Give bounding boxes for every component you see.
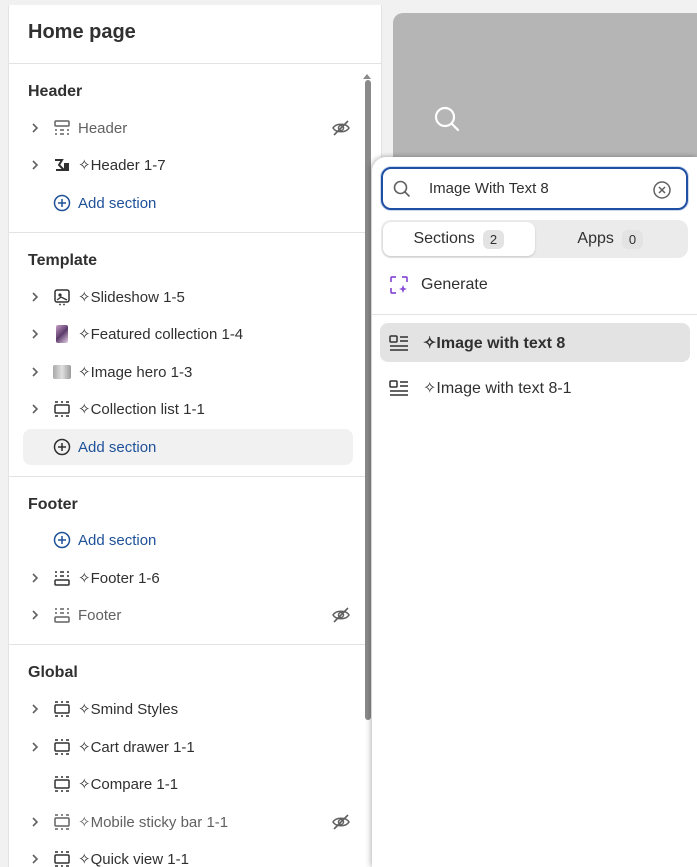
section-row-footer-1-6[interactable]: ✧Footer 1-6 bbox=[23, 560, 353, 596]
chevron-right-icon[interactable] bbox=[23, 741, 47, 753]
group-heading-template: Template bbox=[28, 252, 98, 269]
section-label: ✧Collection list 1-1 bbox=[78, 401, 205, 418]
section-row-collection-list[interactable]: ✧Collection list 1-1 bbox=[23, 391, 353, 427]
tab-label: Sections bbox=[413, 230, 475, 247]
section-row-header[interactable]: Header bbox=[23, 110, 353, 146]
tab-label: Apps bbox=[577, 230, 614, 247]
search-icon bbox=[433, 105, 461, 138]
section-label: ✧Cart drawer 1-1 bbox=[78, 739, 195, 756]
section-row-header-1-7[interactable]: ✧Header 1-7 bbox=[23, 147, 353, 183]
image-text-section-icon bbox=[389, 379, 413, 397]
eye-hidden-icon[interactable] bbox=[329, 811, 353, 833]
header-section-icon bbox=[49, 117, 75, 139]
section-row-smind-styles[interactable]: ✧Smind Styles bbox=[23, 691, 353, 727]
search-input[interactable] bbox=[429, 180, 649, 197]
image-hero-thumbnail bbox=[49, 361, 75, 383]
clear-icon[interactable] bbox=[652, 180, 672, 200]
section-row-featured-collection[interactable]: ✧Featured collection 1-4 bbox=[23, 316, 353, 352]
group-heading-header: Header bbox=[28, 83, 83, 100]
plus-circle-icon bbox=[49, 436, 75, 458]
chevron-right-icon[interactable] bbox=[23, 572, 47, 584]
section-icon bbox=[49, 736, 75, 758]
footer-section-icon bbox=[49, 567, 75, 589]
section-label: ✧Footer 1-6 bbox=[78, 570, 160, 587]
section-icon bbox=[49, 811, 75, 833]
section-label: ✧Mobile sticky bar 1-1 bbox=[78, 814, 229, 831]
divider bbox=[9, 644, 369, 645]
tab-apps[interactable]: Apps 0 bbox=[535, 222, 687, 256]
section-icon bbox=[49, 698, 75, 720]
tab-count-badge: 0 bbox=[621, 229, 644, 249]
section-icon bbox=[49, 398, 75, 420]
result-label: ✧Image with text 8-1 bbox=[423, 379, 572, 397]
generate-button[interactable]: Generate bbox=[389, 275, 488, 295]
group-heading-global: Global bbox=[28, 664, 78, 681]
generate-sparkle-icon bbox=[389, 275, 409, 295]
featured-collection-thumbnail bbox=[49, 323, 75, 345]
divider bbox=[9, 232, 369, 233]
footer-section-icon bbox=[49, 604, 75, 626]
tab-sections[interactable]: Sections 2 bbox=[383, 222, 535, 256]
section-search-box[interactable] bbox=[381, 167, 688, 210]
search-icon bbox=[393, 180, 423, 198]
image-text-section-icon bbox=[389, 334, 413, 352]
add-section-header-button[interactable]: Add section bbox=[23, 185, 353, 221]
result-image-with-text-8[interactable]: ✧Image with text 8 bbox=[380, 323, 690, 362]
eye-hidden-icon[interactable] bbox=[329, 604, 353, 626]
chevron-right-icon[interactable] bbox=[23, 291, 47, 303]
chevron-right-icon[interactable] bbox=[23, 816, 47, 828]
result-image-with-text-8-1[interactable]: ✧Image with text 8-1 bbox=[380, 368, 690, 407]
chevron-right-icon[interactable] bbox=[23, 403, 47, 415]
section-label: ✧Smind Styles bbox=[78, 701, 179, 718]
group-heading-footer: Footer bbox=[28, 496, 78, 513]
add-section-template-button[interactable]: Add section bbox=[23, 429, 353, 465]
plus-circle-icon bbox=[49, 192, 75, 214]
slideshow-icon bbox=[49, 286, 75, 308]
section-row-quick-view[interactable]: ✧Quick view 1-1 bbox=[23, 841, 353, 867]
section-row-footer[interactable]: Footer bbox=[23, 597, 353, 633]
eye-hidden-icon[interactable] bbox=[329, 117, 353, 139]
section-label: ✧Slideshow 1-5 bbox=[78, 289, 185, 306]
chevron-right-icon[interactable] bbox=[23, 609, 47, 621]
section-label: ✧Image hero 1-3 bbox=[78, 364, 193, 381]
section-row-slideshow[interactable]: ✧Slideshow 1-5 bbox=[23, 279, 353, 315]
section-icon bbox=[49, 848, 75, 867]
section-row-image-hero[interactable]: ✧Image hero 1-3 bbox=[23, 354, 353, 390]
divider bbox=[9, 476, 369, 477]
chevron-right-icon[interactable] bbox=[23, 853, 47, 865]
chevron-right-icon[interactable] bbox=[23, 328, 47, 340]
generate-label: Generate bbox=[421, 276, 488, 293]
add-section-label: Add section bbox=[78, 531, 157, 549]
page-title: Home page bbox=[28, 21, 136, 43]
add-section-label: Add section bbox=[78, 194, 157, 212]
section-label: ✧Featured collection 1-4 bbox=[78, 326, 244, 343]
header-thumbnail-icon bbox=[49, 154, 75, 176]
section-icon bbox=[49, 773, 75, 795]
section-label: Footer bbox=[78, 606, 122, 624]
sidebar-scrollbar[interactable] bbox=[365, 80, 371, 720]
chevron-right-icon[interactable] bbox=[23, 366, 47, 378]
divider bbox=[372, 314, 697, 315]
section-label: ✧Header 1-7 bbox=[78, 157, 166, 174]
divider bbox=[9, 63, 381, 64]
section-row-mobile-sticky-bar[interactable]: ✧Mobile sticky bar 1-1 bbox=[23, 804, 353, 840]
tab-count-badge: 2 bbox=[482, 229, 505, 249]
chevron-right-icon[interactable] bbox=[23, 159, 47, 171]
section-label: Header bbox=[78, 119, 128, 137]
section-label: ✧Quick view 1-1 bbox=[78, 851, 189, 867]
section-label: ✧Compare 1-1 bbox=[78, 776, 179, 793]
section-row-cart-drawer[interactable]: ✧Cart drawer 1-1 bbox=[23, 729, 353, 765]
section-row-compare[interactable]: ✧Compare 1-1 bbox=[23, 766, 353, 802]
add-section-label: Add section bbox=[78, 438, 157, 456]
chevron-right-icon[interactable] bbox=[23, 122, 47, 134]
add-section-popover: Sections 2 Apps 0 Generate ✧Image with t… bbox=[372, 157, 697, 867]
result-label: ✧Image with text 8 bbox=[423, 334, 566, 352]
section-sidebar: Home page Header Header ✧Header 1-7 Add … bbox=[8, 5, 382, 867]
add-section-footer-button[interactable]: Add section bbox=[23, 522, 353, 558]
plus-circle-icon bbox=[49, 529, 75, 551]
chevron-right-icon[interactable] bbox=[23, 703, 47, 715]
section-app-tabs: Sections 2 Apps 0 bbox=[381, 220, 688, 258]
